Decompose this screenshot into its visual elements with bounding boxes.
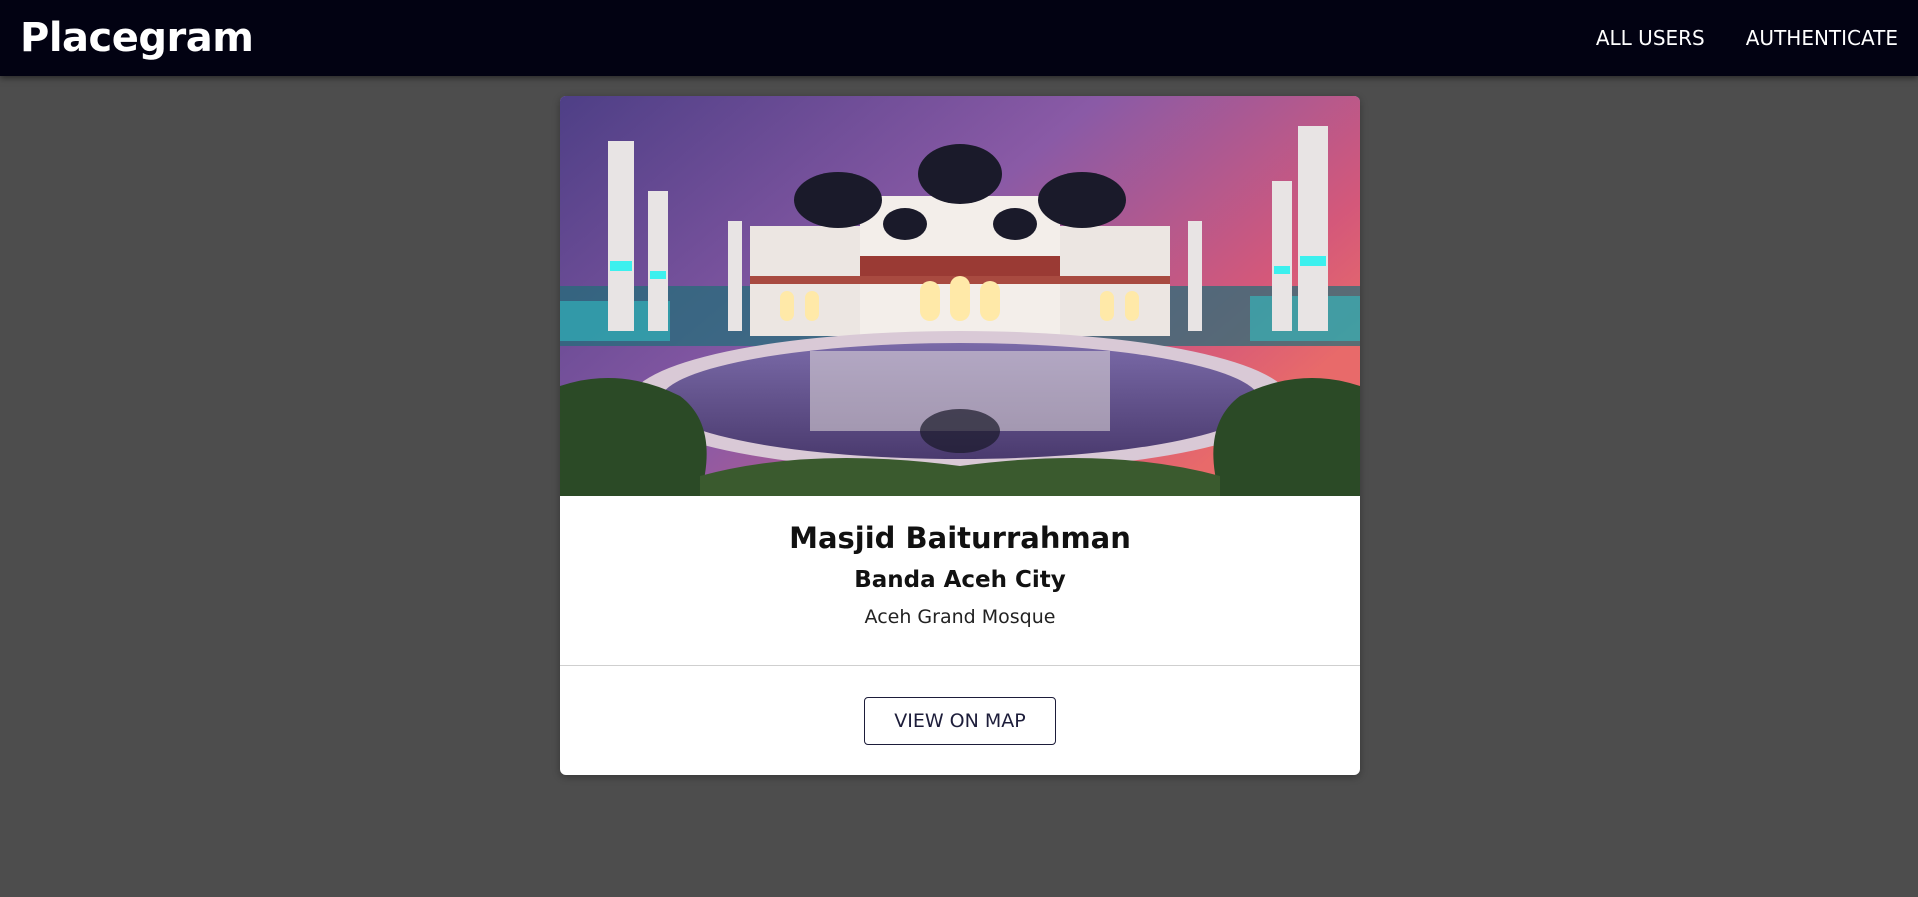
nav-link-all-users[interactable]: ALL USERS [1596,26,1705,50]
place-title: Masjid Baiturrahman [789,521,1131,555]
nav-link-authenticate[interactable]: AUTHENTICATE [1746,26,1898,50]
place-image [560,96,1360,496]
app-logo[interactable]: Placegram [20,15,254,61]
place-address: Banda Aceh City [854,567,1066,593]
main-navigation: Placegram ALL USERS AUTHENTICATE [0,0,1918,76]
view-on-map-button[interactable]: VIEW ON MAP [864,696,1056,745]
nav-links: ALL USERS AUTHENTICATE [1555,26,1898,50]
place-description: Aceh Grand Mosque [864,606,1056,628]
place-actions: VIEW ON MAP [560,666,1360,775]
place-details: Masjid Baiturrahman Banda Aceh City Aceh… [560,496,1360,666]
place-card: Masjid Baiturrahman Banda Aceh City Aceh… [560,96,1360,775]
mosque-photo-illustration [560,96,1360,496]
